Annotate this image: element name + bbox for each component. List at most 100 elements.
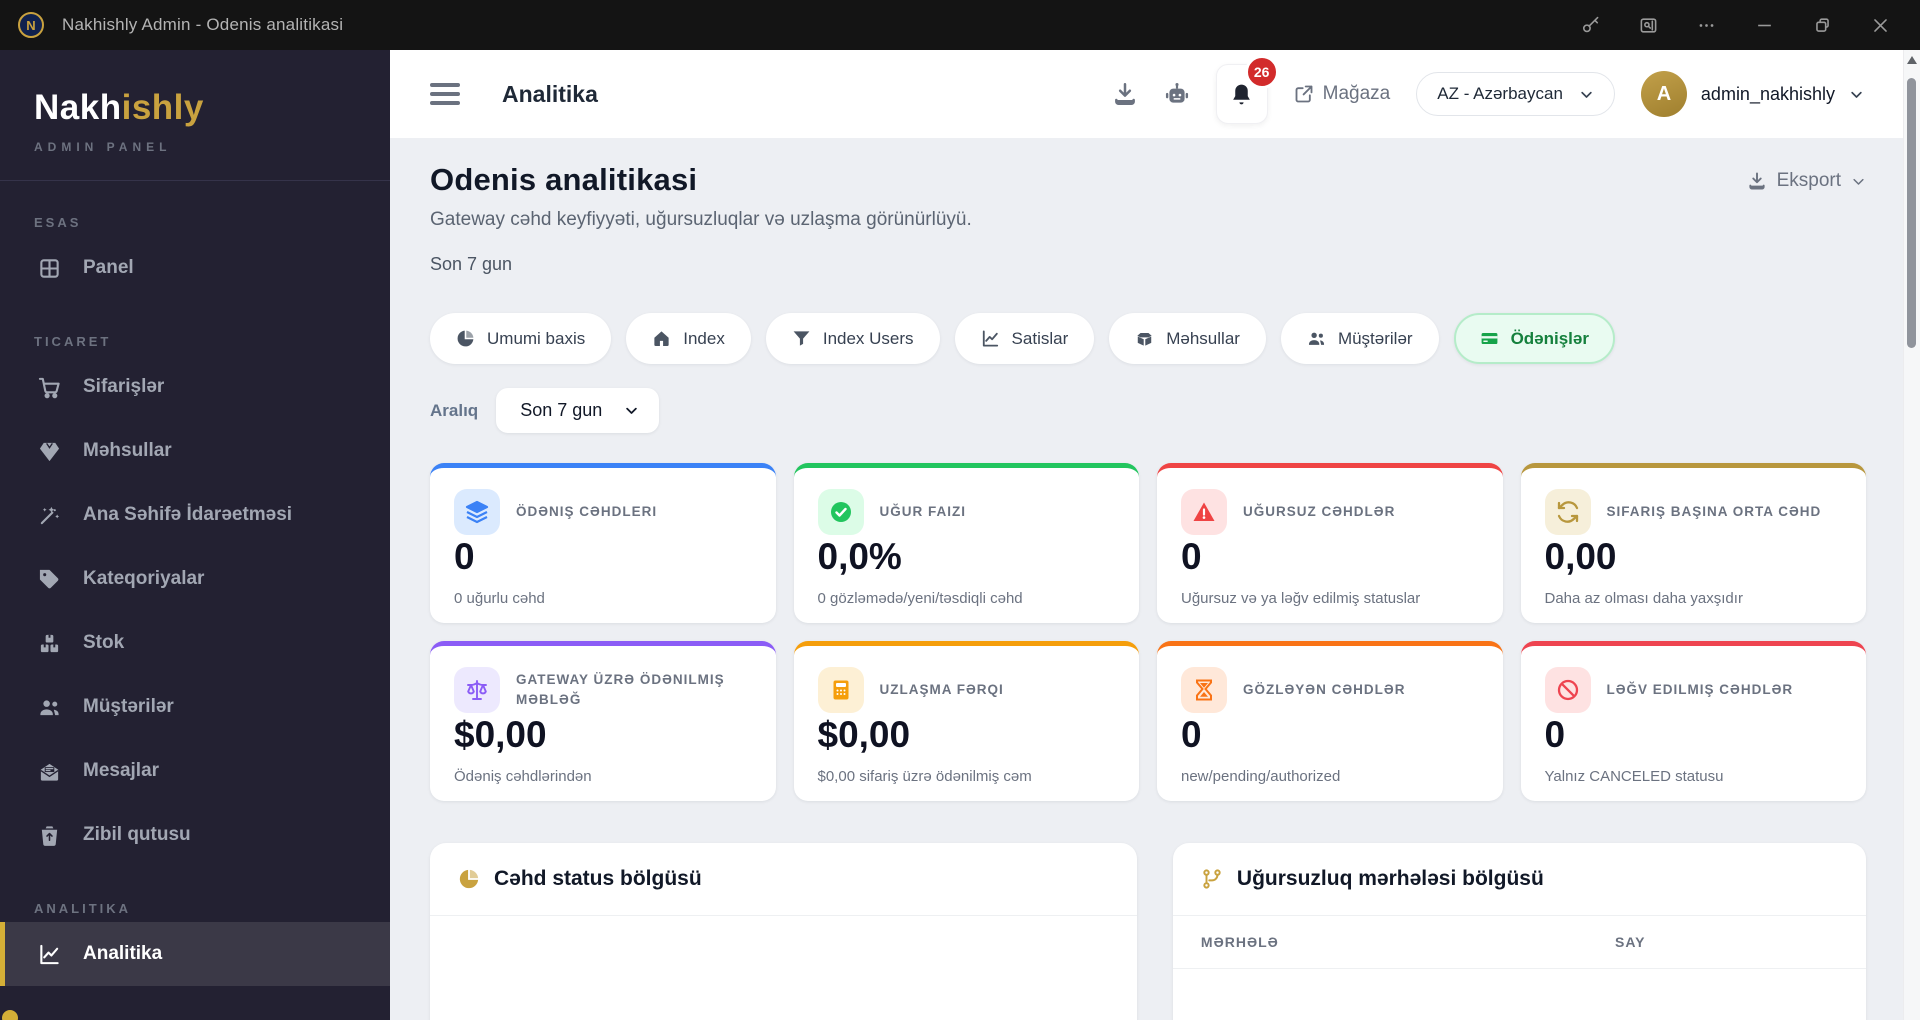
stat-value: 0	[1181, 536, 1202, 577]
sidebar-item-musteriler[interactable]: Müştərilər	[0, 675, 390, 739]
layers-icon	[465, 500, 489, 524]
minimize-button[interactable]	[1742, 8, 1786, 42]
restore-button[interactable]	[1800, 8, 1844, 42]
ban-icon	[1557, 679, 1578, 701]
sidebar-item-mehsullar[interactable]: Məhsullar	[0, 419, 390, 483]
store-link[interactable]: Mağaza	[1294, 83, 1390, 105]
sidebar-item-analitika[interactable]: Analitika	[0, 922, 390, 986]
stat-value: 0	[1181, 714, 1202, 755]
sidebar-item-kateqoriyalar[interactable]: Kateqoriyalar	[0, 547, 390, 611]
external-link-icon	[1295, 85, 1313, 103]
main-area: Analitika 26 Mağaza AZ - Azərbaycan A ad…	[390, 50, 1920, 1020]
page-content: Odenis analitikasi Gateway cəhd keyfiyyə…	[390, 138, 1920, 1020]
tab-umumi-baxis[interactable]: Umumi baxis	[430, 313, 612, 364]
funnel-icon	[793, 331, 810, 346]
check-circle-icon	[830, 502, 851, 522]
chart-line-icon	[982, 330, 998, 347]
top-header: Analitika 26 Mağaza AZ - Azərbaycan A ad…	[390, 50, 1920, 138]
user-menu[interactable]: A admin_nakhishly	[1640, 71, 1864, 117]
tag-icon	[39, 569, 59, 588]
avatar: A	[1640, 71, 1687, 117]
section-label-esas: ESAS	[34, 215, 82, 230]
stat-card-sifaris-basina-orta-cehd: SIFARIŞ BAŞINA ORTA CƏHD 0,00 Daha az ol…	[1520, 463, 1866, 623]
brand: Nakhishly ADMIN PANEL	[0, 50, 390, 181]
gem-icon	[39, 442, 60, 461]
scrollbar-thumb[interactable]	[1907, 78, 1916, 348]
language-select[interactable]: AZ - Azərbaycan	[1416, 72, 1615, 116]
stat-card-legv-edilmis-cehdler: LƏĞV EDILMIŞ CƏHDLƏR 0 Yalnız CANCELED s…	[1520, 641, 1866, 801]
sidebar-item-sifarisler[interactable]: Sifarişlər	[0, 355, 390, 419]
tab-odenisler[interactable]: Ödənişlər	[1453, 313, 1615, 364]
alert-triangle-icon	[1193, 502, 1215, 521]
tab-index-users[interactable]: Index Users	[765, 313, 940, 364]
users-icon	[40, 699, 59, 715]
scale-icon	[467, 680, 487, 700]
sidebar-item-ana-sehife[interactable]: Ana Səhifə İdarəetməsi	[0, 483, 390, 547]
analytics-tabs: Umumi baxis Index Index Users Satislar M…	[430, 313, 1866, 364]
wand-icon	[40, 506, 60, 524]
chevron-down-icon	[1851, 91, 1862, 98]
section-label-ticaret: TICARET	[34, 334, 112, 349]
brand-subtitle: ADMIN PANEL	[34, 140, 172, 154]
sidebar-item-stok[interactable]: Stok	[0, 611, 390, 675]
mail-icon	[40, 763, 59, 781]
stat-value: $0,00	[454, 714, 547, 755]
vertical-scrollbar[interactable]	[1903, 50, 1920, 1020]
stat-value: 0,0%	[817, 536, 902, 577]
panel-ugursuzluq-merhelesi-bolgusu: Uğursuzluq mərhələsi bölgüsü MƏRHƏLƏ SAY	[1172, 843, 1866, 1020]
close-button[interactable]	[1858, 8, 1902, 42]
trash-restore-icon	[41, 825, 58, 846]
package-icon	[1137, 332, 1152, 346]
sidebar-item-mesajlar[interactable]: Mesajlar	[0, 739, 390, 803]
period-note: Son 7 gun	[430, 254, 513, 274]
stat-value: 0	[454, 536, 475, 577]
calculator-icon	[833, 680, 848, 700]
section-label-analitika: ANALITIKA	[34, 901, 132, 916]
panel-cehd-status-bolgusu: Cəhd status bölgüsü	[430, 843, 1137, 1020]
download-icon[interactable]	[1112, 81, 1138, 107]
tab-index[interactable]: Index	[626, 313, 751, 364]
stat-value: 0,00	[1544, 536, 1617, 577]
key-icon[interactable]	[1568, 8, 1612, 42]
chart-line-icon	[40, 944, 59, 964]
sidebar-item-panel[interactable]: Panel	[0, 236, 390, 300]
bot-icon[interactable]	[1164, 81, 1190, 107]
notifications-button[interactable]: 26	[1215, 55, 1279, 124]
stat-card-gozleyen-cehdler: GÖZLƏYƏN CƏHDLƏR 0 new/pending/authorize…	[1157, 641, 1503, 801]
refresh-icon	[1557, 501, 1578, 523]
range-select[interactable]: Son 7 gun	[496, 388, 660, 433]
download-icon	[1748, 172, 1765, 190]
sidebar: Nakhishly ADMIN PANEL ESAS Panel TICARET…	[0, 50, 390, 1020]
stat-card-uzlasma-ferqi: UZLAŞMA FƏRQI $0,00 $0,00 sifariş üzrə ö…	[793, 641, 1139, 801]
range-label: Aralıq	[430, 400, 479, 420]
pie-icon	[457, 330, 474, 347]
preview-window-icon[interactable]	[1626, 8, 1670, 42]
window-title: Nakhishly Admin - Odenis analitikasi	[62, 15, 344, 34]
column-say: SAY	[1615, 934, 1646, 950]
app-logo-icon: N	[18, 12, 44, 38]
chevron-down-icon	[626, 407, 638, 414]
grid-icon	[40, 258, 59, 278]
stat-value: 0	[1544, 714, 1566, 755]
export-button[interactable]: Eksport	[1747, 170, 1866, 192]
tab-mehsullar[interactable]: Məhsullar	[1109, 313, 1266, 364]
more-options-icon[interactable]	[1684, 8, 1728, 42]
menu-toggle-button[interactable]	[430, 83, 460, 105]
home-icon	[654, 331, 669, 347]
scroll-up-icon[interactable]	[1907, 56, 1917, 64]
stat-value: $0,00	[817, 714, 911, 755]
stat-card-ugur-faizi: UĞUR FAIZI 0,0% 0 gözləmədə/yeni/təsdiql…	[793, 463, 1139, 623]
sidebar-item-zibil-qutusu[interactable]: Zibil qutusu	[0, 803, 390, 867]
tab-musteriler[interactable]: Müştərilər	[1280, 313, 1439, 364]
pie-icon	[459, 869, 479, 889]
boxes-icon	[40, 634, 59, 652]
user-name: admin_nakhishly	[1700, 83, 1835, 104]
notification-badge: 26	[1244, 55, 1279, 89]
column-merhele: MƏRHƏLƏ	[1200, 934, 1279, 950]
tab-satislar[interactable]: Satislar	[954, 313, 1095, 364]
stat-cards: ÖDƏNIŞ CƏHDLERI 0 0 uğurlu cəhd UĞUR FAI…	[430, 463, 1866, 801]
stat-card-gateway-odenilmis-mebleg: GATEWAY ÜZRƏ ÖDƏNILMIŞ MƏBLƏĞ $0,00 Ödən…	[430, 641, 776, 801]
cart-icon	[38, 377, 60, 398]
page-subtitle: Gateway cəhd keyfiyyəti, uğursuzluqlar v…	[430, 209, 972, 230]
window-titlebar: N Nakhishly Admin - Odenis analitikasi	[0, 0, 1920, 50]
